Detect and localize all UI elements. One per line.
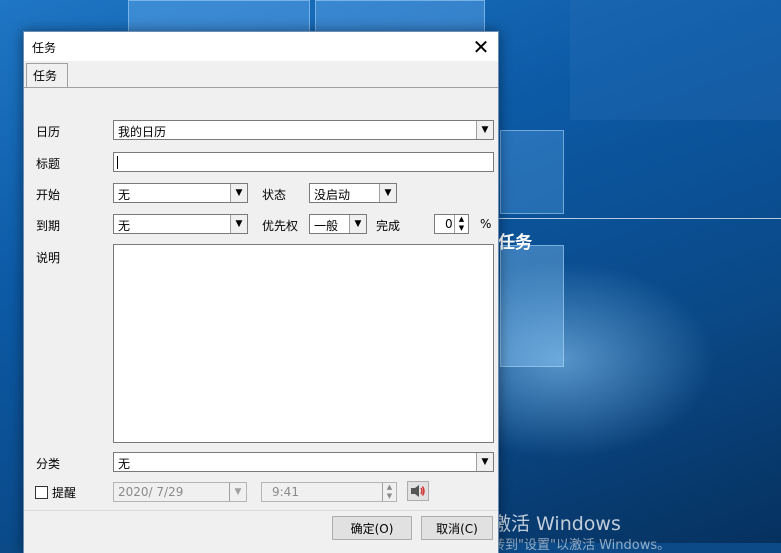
complete-label: 完成: [376, 219, 401, 233]
background-divider: [498, 218, 781, 219]
desktop-window-pane: [570, 0, 781, 120]
tab-strip: 任务: [24, 61, 498, 88]
calendar-value: 我的日历: [118, 125, 167, 139]
close-button[interactable]: ✕: [464, 32, 498, 61]
start-value: 无: [118, 188, 131, 202]
reminder-checkbox[interactable]: [35, 486, 48, 499]
chevron-down-icon: ▼: [349, 215, 366, 233]
dialog-body: 日历 我的日历 ▼ 标题 开始 无 ▼ 状态 没启动 ▼ 到期 无 ▼ 优先权: [24, 88, 498, 552]
spinner-arrows-icon[interactable]: ▲ ▼: [454, 215, 468, 233]
due-date-select[interactable]: 无 ▼: [113, 214, 248, 234]
text-caret: [117, 156, 118, 169]
tab-task-label: 任务: [33, 69, 58, 83]
cancel-button[interactable]: 取消(C): [421, 516, 493, 540]
chevron-down-icon: ▼: [229, 483, 246, 501]
reminder-sound-button[interactable]: [407, 481, 429, 501]
due-value: 无: [118, 219, 131, 233]
complete-percent-spinner[interactable]: 0 ▲ ▼: [434, 214, 469, 234]
status-select[interactable]: 没启动 ▼: [309, 183, 397, 203]
activate-windows-subtext: 转到"设置"以激活 Windows。: [492, 538, 671, 553]
priority-label: 优先权: [262, 219, 299, 233]
status-label: 状态: [262, 188, 287, 202]
spinner-arrows-icon[interactable]: ▲ ▼: [382, 483, 396, 501]
speaker-icon: [411, 485, 425, 497]
tab-task[interactable]: 任务: [26, 63, 68, 87]
activate-windows-watermark: 激活 Windows: [492, 513, 621, 535]
dialog-title: 任务: [32, 41, 57, 55]
calendar-select[interactable]: 我的日历 ▼: [113, 120, 494, 140]
start-label: 开始: [36, 188, 61, 202]
dialog-titlebar[interactable]: 任务 ✕: [24, 32, 498, 61]
dialog-footer: 确定(O) 取消(C): [24, 510, 498, 553]
priority-value: 一般: [314, 219, 339, 233]
desktop-window-pane: [500, 245, 564, 367]
priority-select[interactable]: 一般 ▼: [309, 214, 367, 234]
start-date-select[interactable]: 无 ▼: [113, 183, 248, 203]
chevron-down-icon: ▼: [476, 453, 493, 471]
category-label: 分类: [36, 457, 61, 471]
category-value: 无: [118, 457, 131, 471]
chevron-down-icon: ▼: [230, 215, 247, 233]
desktop-window-pane: [500, 130, 564, 214]
site-watermark-logo: [648, 485, 776, 535]
percent-sign: %: [480, 217, 492, 231]
status-value: 没启动: [314, 188, 351, 202]
complete-value: 0: [445, 217, 453, 231]
title-input[interactable]: [113, 152, 494, 172]
ok-button[interactable]: 确定(O): [332, 516, 412, 540]
title-label: 标题: [36, 157, 61, 171]
category-select[interactable]: 无 ▼: [113, 452, 494, 472]
due-label: 到期: [36, 219, 61, 233]
reminder-label: 提醒: [52, 486, 77, 500]
close-icon: ✕: [472, 34, 490, 59]
calendar-label: 日历: [36, 125, 61, 139]
chevron-down-icon: ▼: [476, 121, 493, 139]
description-label: 说明: [36, 251, 61, 265]
reminder-time-picker[interactable]: 9:41 ▲ ▼: [261, 482, 397, 502]
description-textarea[interactable]: [113, 244, 494, 443]
reminder-time-value: 9:41: [272, 485, 299, 499]
reminder-date-picker[interactable]: 2020/ 7/29 ▼: [113, 482, 247, 502]
reminder-date-value: 2020/ 7/29: [118, 485, 184, 499]
chevron-down-icon: ▼: [379, 184, 396, 202]
background-app-title: 任务: [498, 233, 532, 253]
task-dialog: 任务 ✕ 任务 日历 我的日历 ▼ 标题 开始 无 ▼ 状态 没启动 ▼ 到期 …: [23, 31, 499, 553]
chevron-down-icon: ▼: [230, 184, 247, 202]
